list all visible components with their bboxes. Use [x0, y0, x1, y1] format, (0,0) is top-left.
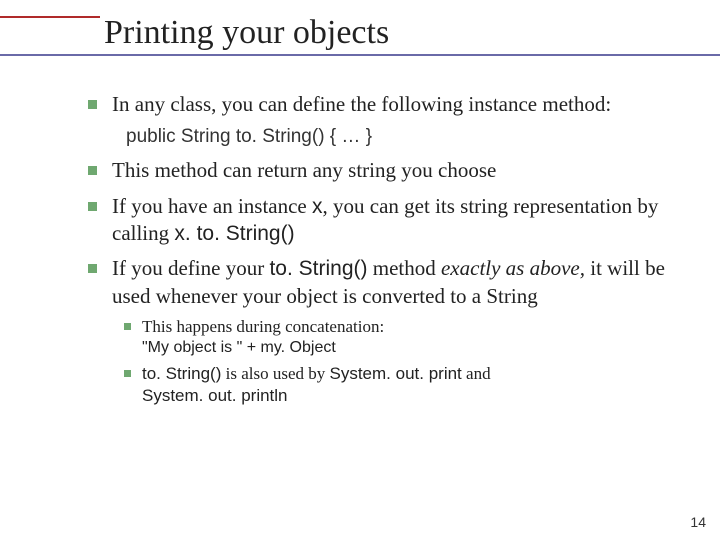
bullet-3: If you have an instance x, you can get i…	[88, 193, 672, 248]
bullet-icon	[124, 323, 131, 330]
slide-body: In any class, you can define the followi…	[0, 61, 720, 407]
bullet-4: If you define your to. String() method e…	[88, 255, 672, 310]
code-sysprint: System. out. print	[330, 364, 462, 383]
code-x: x	[312, 195, 323, 218]
code-tostring: to. String()	[269, 257, 367, 280]
code-tostring2: to. String()	[142, 364, 221, 383]
title-accent	[0, 16, 100, 56]
code-signature: public String to. String() { … }	[126, 126, 372, 147]
bullet-icon	[88, 100, 97, 109]
sub-1-text: This happens during concatenation:	[142, 317, 384, 336]
bullet-1-code: public String to. String() { … }	[126, 125, 672, 150]
sub-bullet-1: This happens during concatenation: "My o…	[124, 316, 672, 359]
bullet-1-text: In any class, you can define the followi…	[112, 92, 611, 116]
sub-bullet-2: to. String() is also used by System. out…	[124, 363, 672, 407]
bullet-icon	[88, 166, 97, 175]
bullet-4-ital: exactly as above,	[441, 256, 585, 280]
code-xtostring: x. to. String()	[174, 222, 294, 245]
bullet-3-pre: If you have an instance	[112, 194, 312, 218]
sub-1-code: "My object is " + my. Object	[142, 338, 672, 359]
bullet-icon	[88, 202, 97, 211]
bullet-4-mid: method	[367, 256, 441, 280]
slide-title: Printing your objects	[104, 14, 720, 51]
bullet-icon	[88, 264, 97, 273]
code-sysprintln: System. out. println	[142, 386, 288, 405]
bullet-icon	[124, 370, 131, 377]
sub-2-and: and	[462, 364, 491, 383]
bullet-2-text: This method can return any string you ch…	[112, 158, 496, 182]
sub-2-mid: is also used by	[221, 364, 329, 383]
bullet-4-pre: If you define your	[112, 256, 269, 280]
bullet-1: In any class, you can define the followi…	[88, 91, 672, 118]
page-number: 14	[690, 514, 706, 530]
title-bar: Printing your objects	[0, 0, 720, 61]
bullet-2: This method can return any string you ch…	[88, 157, 672, 184]
